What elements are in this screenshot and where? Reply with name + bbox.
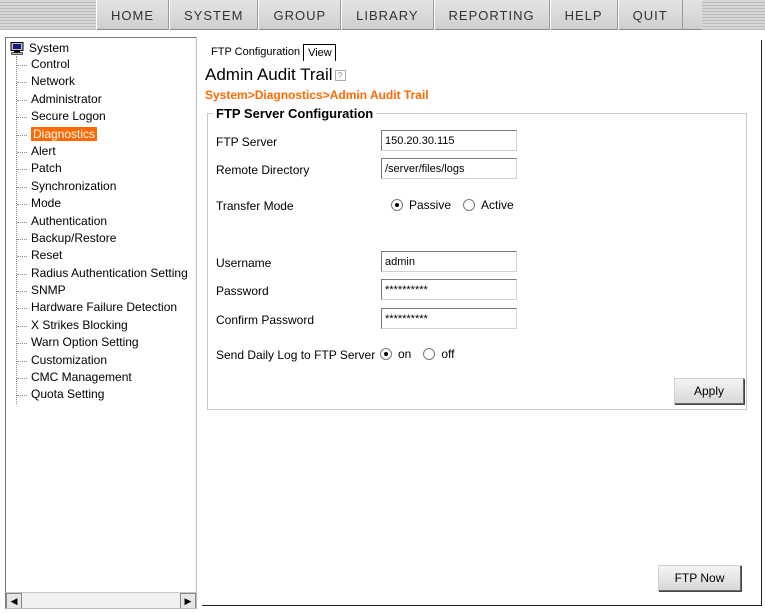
sidebar-item-label: Warn Option Setting (31, 335, 139, 350)
menu-bar-right-grip (702, 0, 765, 30)
section-title: FTP Server Configuration (213, 106, 377, 121)
menu-reporting[interactable]: REPORTING (433, 0, 550, 30)
menu-home[interactable]: HOME (96, 0, 169, 30)
sidebar-tree: System Control Network Administrator Secure… (5, 37, 197, 609)
scroll-right-icon[interactable]: ▶ (180, 593, 196, 608)
sidebar-item-backup-restore[interactable]: Backup/Restore (17, 230, 196, 247)
send-daily-log-on-option[interactable]: on (380, 347, 411, 361)
sidebar-item-label: Hardware Failure Detection (31, 300, 178, 315)
tab-view[interactable]: View (304, 44, 336, 61)
transfer-mode-label: Transfer Mode (216, 199, 294, 213)
on-radio[interactable] (380, 348, 392, 360)
tree-root-system[interactable]: System (10, 41, 69, 55)
tab-bar: FTP Configuration View (208, 44, 336, 61)
sidebar-item-label: Administrator (31, 91, 102, 106)
sidebar-item-label: Diagnostics (31, 126, 98, 141)
username-input[interactable] (381, 251, 517, 272)
breadcrumb: System>Diagnostics>Admin Audit Trail (205, 88, 429, 102)
password-input[interactable] (381, 279, 517, 300)
off-label: off (441, 347, 455, 361)
sidebar-item-diagnostics[interactable]: Diagnostics (17, 126, 196, 143)
main-panel: FTP Configuration View Admin Audit Trail… (202, 40, 762, 606)
sidebar-item-label: Control (31, 57, 70, 71)
sidebar-item-alert[interactable]: Alert (17, 143, 196, 160)
sidebar-item-label: Mode (31, 196, 62, 211)
active-radio[interactable] (463, 199, 476, 211)
menu-group[interactable]: GROUP (258, 0, 342, 30)
sidebar-item-label: SNMP (31, 283, 66, 298)
scroll-left-icon[interactable]: ◀ (6, 593, 22, 608)
sidebar-item-x-strikes-blocking[interactable]: X Strikes Blocking (17, 317, 196, 334)
sidebar-item-label: Patch (31, 161, 62, 176)
sidebar-item-label: Secure Logon (31, 109, 106, 124)
sidebar-item-hardware-failure-detection[interactable]: Hardware Failure Detection (17, 299, 196, 316)
passive-radio[interactable] (391, 199, 403, 211)
sidebar-item-control[interactable]: Control (17, 56, 196, 73)
sidebar-horizontal-scrollbar[interactable]: ◀ ▶ (6, 592, 196, 608)
menu-bar-left-grip (0, 0, 96, 30)
sidebar-item-radius-authentication-setting[interactable]: Radius Authentication Setting (17, 265, 196, 282)
sidebar-item-warn-option-setting[interactable]: Warn Option Setting (17, 334, 196, 351)
active-label: Active (481, 198, 514, 212)
remote-directory-input[interactable] (381, 158, 517, 179)
ftp-server-input[interactable] (381, 130, 517, 151)
on-label: on (398, 347, 412, 361)
send-daily-log-radio-group: on off (380, 347, 466, 361)
sidebar-item-snmp[interactable]: SNMP (17, 282, 196, 299)
sidebar-item-synchronization[interactable]: Synchronization (17, 178, 196, 195)
tab-ftp-configuration[interactable]: FTP Configuration (208, 44, 305, 61)
sidebar-item-label: Backup/Restore (31, 230, 117, 245)
apply-button[interactable]: Apply (674, 378, 744, 404)
send-daily-log-off-option[interactable]: off (423, 347, 454, 361)
remote-directory-label: Remote Directory (216, 163, 310, 177)
password-label: Password (216, 284, 269, 298)
menu-help[interactable]: HELP (549, 0, 618, 30)
send-daily-log-label: Send Daily Log to FTP Server (216, 348, 376, 362)
menu-items: HOME SYSTEM GROUP LIBRARY REPORTING HELP… (96, 0, 683, 30)
sidebar-item-label: Reset (31, 248, 63, 263)
confirm-password-input[interactable] (381, 308, 517, 329)
tree-root-label: System (29, 41, 70, 55)
transfer-mode-active-option[interactable]: Active (463, 198, 514, 212)
sidebar-item-label: Radius Authentication Setting (31, 265, 188, 280)
menu-library[interactable]: LIBRARY (341, 0, 434, 30)
sidebar-item-customization[interactable]: Customization (17, 352, 196, 369)
help-icon[interactable]: ? (334, 69, 346, 81)
sidebar-item-authentication[interactable]: Authentication (17, 213, 196, 230)
sidebar-item-secure-logon[interactable]: Secure Logon (17, 108, 196, 125)
page-title-row: Admin Audit Trail ? (205, 65, 346, 85)
username-label: Username (216, 256, 272, 270)
sidebar-item-label: Alert (31, 143, 56, 158)
computer-icon (10, 41, 24, 55)
sidebar-item-reset[interactable]: Reset (17, 247, 196, 264)
sidebar-item-network[interactable]: Network (17, 73, 196, 90)
sidebar-item-label: Authentication (31, 213, 108, 228)
passive-label: Passive (409, 198, 452, 212)
sidebar-item-label: Quota Setting (31, 387, 105, 402)
sidebar-item-mode[interactable]: Mode (17, 195, 196, 212)
sidebar-item-label: X Strikes Blocking (31, 317, 128, 332)
off-radio[interactable] (423, 348, 436, 360)
ftp-server-label: FTP Server (216, 135, 278, 149)
transfer-mode-radio-group: Passive Active (391, 198, 526, 212)
transfer-mode-passive-option[interactable]: Passive (391, 198, 451, 212)
ftp-server-configuration-section: FTP Server Configuration FTP Server Remo… (207, 106, 747, 410)
sidebar-item-label: CMC Management (31, 370, 132, 385)
menu-quit[interactable]: QUIT (617, 0, 683, 30)
sidebar-item-label: Network (31, 74, 76, 89)
sidebar-item-cmc-management[interactable]: CMC Management (17, 369, 196, 386)
tree-list: Control Network Administrator Secure Logon D… (16, 56, 196, 404)
sidebar-item-patch[interactable]: Patch (17, 160, 196, 177)
ftp-now-button[interactable]: FTP Now (658, 565, 741, 591)
sidebar-item-quota-setting[interactable]: Quota Setting (17, 386, 196, 403)
sidebar-item-label: Synchronization (31, 178, 117, 193)
sidebar-item-administrator[interactable]: Administrator (17, 91, 196, 108)
sidebar-item-label: Customization (31, 352, 108, 367)
top-menu-bar: HOME SYSTEM GROUP LIBRARY REPORTING HELP… (0, 0, 765, 30)
menu-system[interactable]: SYSTEM (169, 0, 259, 30)
page-title: Admin Audit Trail (205, 65, 333, 84)
confirm-password-label: Confirm Password (216, 313, 315, 327)
